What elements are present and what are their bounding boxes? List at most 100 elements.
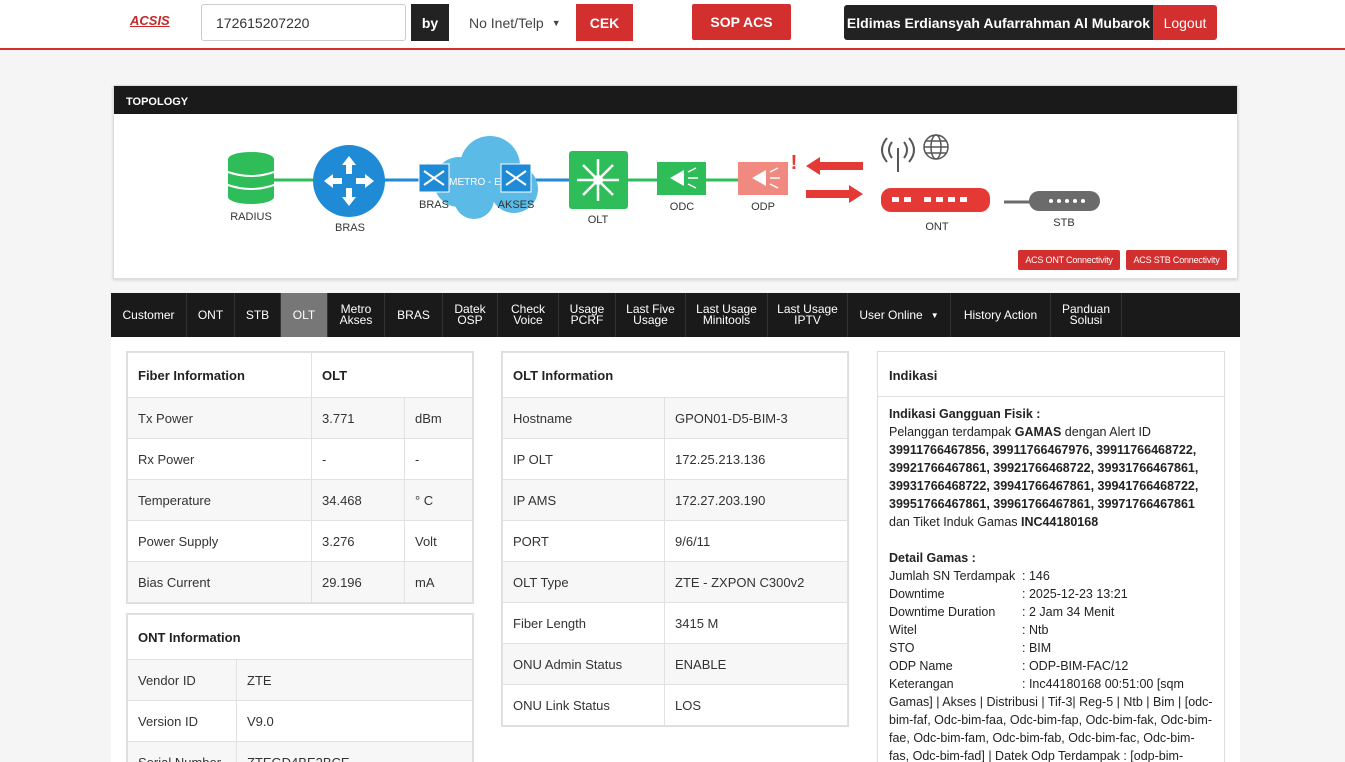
fiber-table: Fiber Information OLT Tx Power 3.771 dBm Rx P… [127,352,473,603]
row-label: OLT Type [502,561,665,603]
sop-acs-button[interactable]: SOP ACS [692,4,791,40]
tab-last-five-usage[interactable]: Last Five Usage [616,293,686,337]
row-value: 3.276 [311,520,405,562]
search-type-select[interactable]: No Inet/Telp ▼ [453,4,576,41]
column-header: OLT [311,352,473,398]
table-row: Serial Number ZTEGD4BE2BCE [127,741,473,762]
detail-key: Downtime [889,587,945,601]
tab-datek-osp[interactable]: Datek OSP [443,293,498,337]
row-unit: Volt [404,520,473,562]
bras-label: BRAS [335,222,365,234]
olt-icon[interactable] [569,151,628,209]
row-label: PORT [502,520,665,562]
stb-label: STB [1053,217,1074,229]
row-value: - [311,438,405,480]
column-header: Fiber Information [127,352,312,398]
user-name: Eldimas Erdiansyah Aufarrahman Al Mubaro… [844,5,1153,40]
tab-bar: Customer ONT STB OLT Metro Akses BRAS Datek OS… [111,293,1240,337]
alert-icon: ! [791,152,798,174]
stb-icon[interactable] [1029,191,1100,211]
ont-label: ONT [925,221,949,233]
tab-label: Metro Akses [339,302,373,327]
tab-history-action[interactable]: History Action [951,293,1051,337]
detail-value: : 146 [1022,569,1050,583]
row-value: 9/6/11 [664,520,848,562]
detail-row: STO: BIM [889,639,1213,657]
detail-gamas-list: Jumlah SN Terdampak : 146 Downtime : 2025-1… [889,567,1213,693]
table-row: Version ID V9.0 [127,700,473,742]
acs-stb-connectivity-button[interactable]: ACS STB Connectivity [1126,250,1227,270]
fiber-information-panel: Fiber Information OLT Tx Power 3.771 dBm Rx P… [126,351,474,604]
tab-label: Customer [122,307,175,322]
tab-label: ONT [197,307,224,322]
tab-olt[interactable]: OLT [281,293,328,337]
detail-value: : 2025-12-23 13:21 [1022,587,1128,601]
table-row: ONU Link Status LOS [502,684,848,726]
detail-key: STO [889,641,915,655]
app-logo[interactable]: ACSIS [130,13,170,28]
indikasi-panel: Indikasi Indikasi Gangguan Fisik : Pelan… [877,351,1225,762]
row-label: IP AMS [502,479,665,521]
row-label: IP OLT [502,438,665,480]
table-row: OLT Type ZTE - ZXPON C300v2 [502,561,848,603]
tab-check-voice[interactable]: Check Voice [498,293,559,337]
logout-button[interactable]: Logout [1153,5,1217,40]
acs-ont-connectivity-button[interactable]: ACS ONT Connectivity [1018,250,1120,270]
row-value: ZTE [236,659,473,701]
column-header: OLT Information [502,352,848,398]
row-value: 3415 M [664,602,848,644]
odc-icon[interactable] [657,162,706,195]
odc-label: ODC [670,201,695,213]
tab-panduan-solusi[interactable]: Panduan Solusi [1051,293,1122,337]
radius-label: RADIUS [230,211,272,223]
search-input[interactable] [201,4,406,41]
table-row: Vendor ID ZTE [127,659,473,701]
table-row: Bias Current 29.196 mA [127,561,473,603]
row-value: LOS [664,684,848,726]
tab-stb[interactable]: STB [235,293,281,337]
bras-router-icon[interactable] [313,145,385,217]
row-label: Temperature [127,479,312,521]
detail-value: : ODP-BIM-FAC/12 [1022,659,1129,673]
row-value: 172.25.213.136 [664,438,848,480]
topology-panel: TOPOLOGY RADIUS BRAS METRO - E BRAS AKSE… [113,85,1238,279]
tab-bras[interactable]: BRAS [385,293,443,337]
wifi-icon [881,137,915,172]
cek-button[interactable]: CEK [576,4,633,41]
indikasi-description: Pelanggan terdampak GAMAS dengan Alert I… [889,425,1151,439]
tab-user-online[interactable]: User Online ▼ [848,293,951,337]
odp-label: ODP [751,201,775,213]
tab-customer[interactable]: Customer [111,293,187,337]
table-row: Power Supply 3.276 Volt [127,520,473,562]
tab-label: Check Voice [510,302,545,327]
table-row: Tx Power 3.771 dBm [127,397,473,439]
tab-last-usage-minitools[interactable]: Last Usage Minitools [686,293,768,337]
tab-label: Usage PCRF [569,302,605,327]
ont-icon[interactable] [881,188,990,212]
row-value: 3.771 [311,397,405,439]
tab-usage-pcrf[interactable]: Usage PCRF [559,293,616,337]
odp-icon[interactable] [738,162,788,195]
tab-ont[interactable]: ONT [187,293,235,337]
detail-key: Keterangan [889,677,954,691]
row-value: 34.468 [311,479,405,521]
row-unit: mA [404,561,473,603]
metro-label: METRO - E [449,177,501,188]
olt-label: OLT [588,214,609,226]
caret-down-icon: ▼ [930,310,939,320]
detail-key: Jumlah SN Terdampak [889,569,1016,583]
bras2-label: BRAS [419,199,449,211]
tab-last-usage-iptv[interactable]: Last Usage IPTV [768,293,848,337]
by-label: by [411,4,449,41]
row-value: 172.27.203.190 [664,479,848,521]
row-value: ENABLE [664,643,848,685]
row-unit: ° C [404,479,473,521]
row-unit: - [404,438,473,480]
detail-row: Jumlah SN Terdampak : 146 [889,567,1213,585]
tab-metro-akses[interactable]: Metro Akses [328,293,385,337]
tab-label: BRAS [397,307,430,322]
row-label: Bias Current [127,561,312,603]
tab-label: Panduan Solusi [1061,302,1111,327]
tab-label: Last Usage IPTV [777,302,838,327]
radius-icon[interactable] [227,152,275,204]
